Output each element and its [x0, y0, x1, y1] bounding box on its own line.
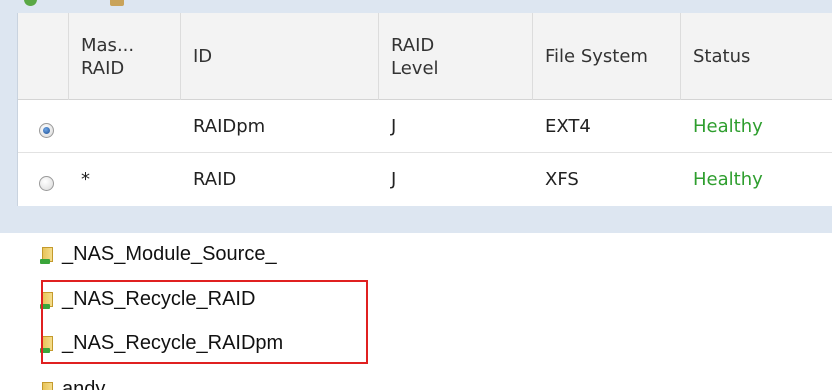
- row-radio-button[interactable]: [39, 123, 54, 138]
- add-icon[interactable]: [24, 0, 37, 6]
- raid-id-cell: RAIDpm: [193, 116, 266, 137]
- header-id[interactable]: ID: [181, 13, 379, 100]
- folder-name: andy: [62, 377, 106, 390]
- raid-level-cell: J: [391, 116, 397, 137]
- file-system-cell: EXT4: [545, 116, 591, 137]
- folder-icon: [40, 380, 58, 390]
- list-item[interactable]: andy: [40, 374, 105, 390]
- shared-folder-icon: [40, 246, 58, 264]
- file-system-cell: XFS: [545, 169, 579, 190]
- highlight-box: [41, 280, 368, 364]
- status-cell: Healthy: [693, 169, 763, 190]
- raid-id-cell: RAID: [193, 169, 237, 190]
- raid-table: Mas... RAID ID RAID Level File System St…: [17, 13, 832, 206]
- list-item[interactable]: _NAS_Module_Source_: [40, 246, 277, 269]
- panel-toolbar: [0, 0, 832, 13]
- header-select: [18, 13, 69, 100]
- raid-panel: Mas... RAID ID RAID Level File System St…: [0, 0, 832, 233]
- header-master-raid[interactable]: Mas... RAID: [69, 13, 181, 100]
- edit-icon[interactable]: [110, 0, 124, 6]
- table-row[interactable]: RAIDpm J EXT4 Healthy: [18, 100, 832, 153]
- raid-level-cell: J: [391, 169, 397, 190]
- header-status[interactable]: Status: [681, 13, 832, 100]
- master-raid-cell: *: [81, 169, 90, 190]
- row-radio-button[interactable]: [39, 176, 54, 191]
- header-file-system[interactable]: File System: [533, 13, 681, 100]
- table-row[interactable]: * RAID J XFS Healthy: [18, 153, 832, 206]
- master-raid-cell: [81, 102, 181, 153]
- status-cell: Healthy: [693, 116, 763, 137]
- table-header: Mas... RAID ID RAID Level File System St…: [18, 13, 832, 100]
- folder-name: _NAS_Module_Source_: [62, 246, 277, 265]
- header-raid-level[interactable]: RAID Level: [379, 13, 533, 100]
